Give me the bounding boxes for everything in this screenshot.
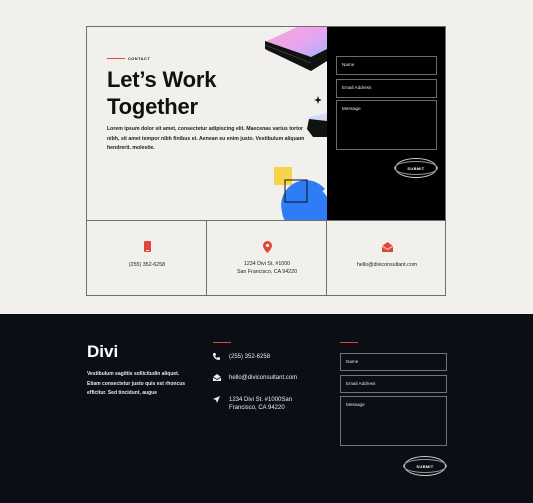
footer-about: Vestibulum sagittis sollicitudin aliquet…	[87, 371, 186, 396]
accent-line	[340, 342, 358, 343]
title-line-1: Let’s Work	[107, 67, 217, 92]
location-pin-icon	[262, 241, 272, 253]
contact-form: Name Email Address Message SUBMIT	[327, 27, 445, 221]
footer-email[interactable]: hello@diviconsultant.com	[229, 374, 297, 382]
email-text[interactable]: hello@diviconsultant.com	[357, 261, 417, 269]
site-footer: Divi Vestibulum sagittis sollicitudin al…	[0, 314, 533, 503]
intro-paragraph: Lorem ipsum dolor sit amet, consectetur …	[107, 126, 305, 151]
name-field[interactable]: Name	[336, 56, 437, 75]
address-line-2: San Francisco, CA 94220	[236, 269, 298, 275]
submit-button[interactable]: SUBMIT	[394, 158, 438, 178]
navigation-arrow-icon	[213, 396, 220, 403]
phone-icon	[213, 353, 220, 360]
mail-open-icon	[213, 374, 221, 381]
footer-message-field[interactable]: Message	[340, 396, 447, 446]
footer-address: 1234 Divi St. #1000San Francisco, CA 942…	[229, 396, 292, 412]
accent-line	[107, 58, 125, 59]
address-line-1: 1234 Divi St. #1000	[243, 261, 291, 267]
message-field[interactable]: Message	[336, 100, 437, 150]
contact-section: CONTACT Let’s Work Together Lorem ipsum …	[86, 26, 446, 296]
phone-info: (255) 352-6258	[87, 220, 207, 295]
footer-form-heading	[362, 340, 402, 345]
decorative-art	[264, 27, 327, 221]
footer-submit-button[interactable]: SUBMIT	[403, 456, 447, 476]
accent-line	[213, 342, 231, 343]
footer-contact-heading	[235, 340, 315, 345]
envelope-icon	[381, 242, 393, 252]
footer-address-line-1: 1234 Divi St. #1000San	[229, 397, 293, 403]
footer-name-field[interactable]: Name	[340, 353, 447, 371]
phone-text: (255) 352-6258	[128, 262, 166, 268]
footer-address-line-2: Francisco, CA 94220	[229, 405, 285, 411]
footer-brand[interactable]: Divi	[87, 342, 118, 362]
email-info: hello@diviconsultant.com	[327, 220, 445, 295]
footer-phone[interactable]: (255) 352-6258	[229, 353, 270, 361]
email-field[interactable]: Email Address	[336, 79, 437, 98]
address-info: 1234 Divi St. #1000 San Francisco, CA 94…	[207, 220, 327, 295]
sparkle-icon	[314, 96, 322, 104]
phone-icon	[143, 241, 151, 252]
title-line-2: Together	[107, 94, 198, 119]
footer-email-field[interactable]: Email Address	[340, 375, 447, 393]
page-title: Let’s Work Together	[107, 66, 216, 120]
section-eyebrow: CONTACT	[128, 56, 151, 61]
